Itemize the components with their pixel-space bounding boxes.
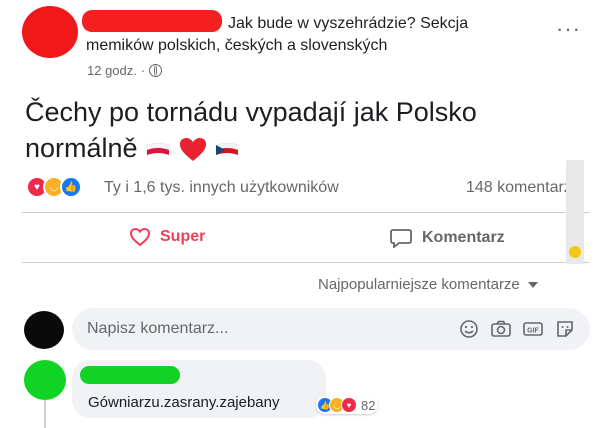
globe-icon: [149, 64, 163, 77]
reaction-icons[interactable]: ♥ ◡ 👍: [26, 176, 82, 198]
sticker-icon[interactable]: [554, 318, 576, 340]
divider-bottom: [22, 262, 590, 263]
divider-top: [22, 212, 590, 213]
gif-icon[interactable]: GIF: [522, 318, 544, 340]
comment-reaction-count: 82: [361, 397, 376, 413]
post-text-line1: Čechy po tornádu vypadají jak Polsko: [25, 97, 477, 127]
comment-input-placeholder: Napisz komentarz...: [87, 320, 229, 337]
post-text-line2: normálně: [25, 133, 138, 163]
comment-input-icons: GIF: [458, 318, 576, 340]
czech-flag-icon: [215, 142, 239, 155]
reactions-summary[interactable]: Ty i 1,6 tys. innych użytkowników: [104, 179, 339, 197]
caret-down-icon: [527, 281, 538, 288]
group-title-line2[interactable]: memików polskich, českých a slovenských: [86, 37, 387, 55]
post-time[interactable]: 12 godz.: [87, 63, 137, 78]
comment-text: Gówniarzu.zasrany.zajebany: [88, 394, 280, 411]
love-reaction-icon: ♥: [341, 397, 357, 413]
sort-label: Najpopularniejsze komentarze: [318, 276, 520, 293]
author-avatar[interactable]: [22, 6, 78, 58]
post-text-line2-wrap: normálně: [25, 130, 565, 166]
svg-text:GIF: GIF: [527, 328, 539, 335]
thread-line: [44, 400, 46, 428]
camera-icon[interactable]: [490, 318, 512, 340]
smile-icon[interactable]: [458, 318, 480, 340]
super-label: Super: [160, 228, 206, 245]
post-text: Čechy po tornádu vypadají jak Polsko nor…: [25, 94, 565, 166]
heart-emoji-icon: [179, 137, 206, 161]
commenter-avatar[interactable]: [24, 360, 66, 400]
group-title-line1[interactable]: Jak bude w vyszehrádzie? Sekcja: [228, 15, 468, 33]
user-avatar[interactable]: [24, 311, 64, 349]
redacted-commenter-name[interactable]: [80, 366, 180, 384]
redacted-author-name[interactable]: [82, 10, 222, 32]
heart-icon: [130, 228, 150, 246]
more-icon[interactable]: ···: [556, 18, 581, 40]
comment-reactions[interactable]: 👍 ◡ ♥ 82: [316, 396, 379, 414]
post-meta: 12 godz. ·: [87, 63, 163, 78]
comment-button[interactable]: Komentarz: [390, 228, 505, 248]
comment-count[interactable]: 148 komentarzy: [466, 179, 580, 197]
comment-icon: [390, 229, 412, 248]
like-reaction-icon: 👍: [60, 176, 82, 198]
super-button[interactable]: Super: [130, 228, 205, 246]
side-watermark-strip: [566, 160, 584, 264]
comment-sort-dropdown[interactable]: Najpopularniejsze komentarze: [318, 276, 538, 293]
poland-flag-icon: [146, 142, 170, 155]
comment-label: Komentarz: [422, 229, 505, 246]
